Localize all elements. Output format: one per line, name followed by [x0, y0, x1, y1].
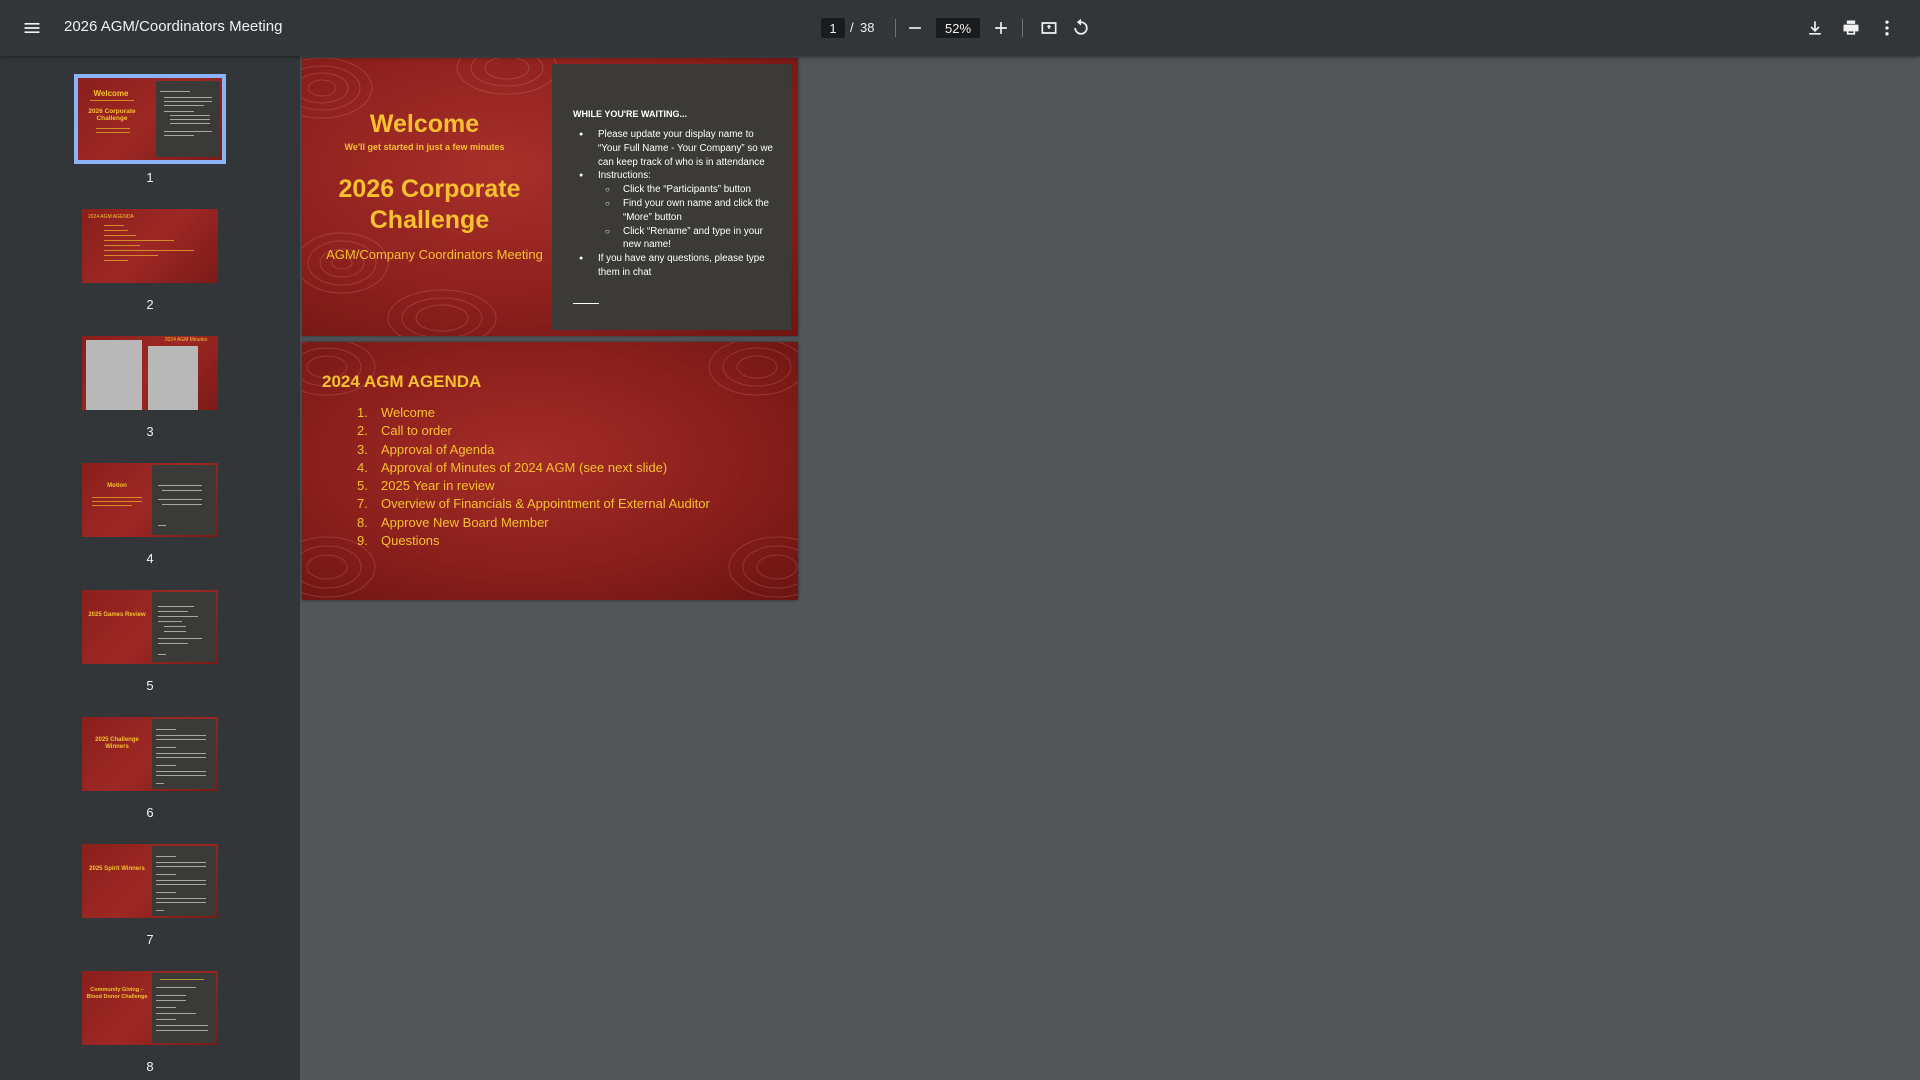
page-separator: /	[850, 20, 854, 35]
slide-welcome-heading: Welcome	[369, 110, 480, 138]
divider	[573, 303, 599, 304]
instruction-sub-bullet: Find your own name and click the “More” …	[573, 197, 778, 225]
thumbnail-image: Welcome 2026 Corporate Challenge	[78, 78, 222, 160]
agenda-item: 7. Overview of Financials & Appointment o…	[357, 496, 710, 512]
thumbnail-number: 4	[146, 551, 154, 566]
print-icon[interactable]	[1833, 10, 1869, 46]
zoom-in-icon[interactable]	[983, 10, 1019, 46]
thumbnail-page-2[interactable]: 2024 AGM AGENDA	[80, 207, 220, 285]
thumbnail-page-8[interactable]: Community Giving – Blood Donor Challenge	[80, 969, 220, 1047]
toolbar-divider	[1022, 19, 1023, 37]
instruction-bullet: If you have any questions, please type t…	[573, 252, 778, 280]
slide-meeting-title: AGM/Company Coordinators Meeting	[326, 247, 543, 262]
agenda-item: 5. 2025 Year in review	[357, 478, 495, 494]
waiting-instructions-list: Please update your display name to “Your…	[573, 128, 778, 280]
thumbnail-page-6[interactable]: 2025 Challenge Winners	[80, 715, 220, 793]
zoom-level-input[interactable]	[936, 18, 980, 38]
swirl-decoration	[708, 342, 798, 396]
thumbnail-number: 5	[146, 678, 154, 693]
slide-challenge-title: 2026 Corporate Challenge	[338, 175, 521, 234]
menu-icon[interactable]	[14, 10, 50, 46]
fit-page-icon[interactable]	[1031, 10, 1067, 46]
thumbnail-image: Community Giving – Blood Donor Challenge	[82, 971, 218, 1045]
document-viewer[interactable]: Welcome We'll get started in just a few …	[300, 56, 1920, 1080]
swirl-decoration	[387, 289, 497, 336]
thumbnail-number: 6	[146, 805, 154, 820]
thumbnail-page-7[interactable]: 2025 Spirit Winners	[80, 842, 220, 920]
thumbnail-number: 8	[146, 1059, 154, 1074]
agenda-item: 4. Approval of Minutes of 2024 AGM (see n…	[357, 459, 668, 475]
agenda-item: 2. Call to order	[357, 423, 452, 439]
agenda-item: 9. Questions	[357, 533, 440, 549]
pdf-toolbar: 2026 AGM/Coordinators Meeting / 38	[0, 0, 1920, 56]
slide-page-1: Welcome We'll get started in just a few …	[302, 58, 798, 336]
rotate-icon[interactable]	[1063, 10, 1099, 46]
thumbnail-image: 2025 Games Review	[82, 590, 218, 664]
waiting-instructions-panel: WHILE YOU'RE WAITING... Please update yo…	[552, 64, 791, 330]
instruction-bullet: Instructions:	[573, 169, 778, 183]
thumbnail-image: 2025 Challenge Winners	[82, 717, 218, 791]
thumbnail-image: 2024 AGM AGENDA	[82, 209, 218, 283]
instruction-bullet: Please update your display name to “Your…	[573, 128, 778, 169]
thumbnail-number: 3	[146, 424, 154, 439]
more-vert-icon[interactable]	[1869, 10, 1905, 46]
total-pages: 38	[860, 20, 875, 35]
zoom-out-icon[interactable]	[897, 10, 933, 46]
agenda-list: 1. Welcome 2. Call to order 3. Approval of …	[357, 404, 710, 550]
thumbnail-image: 2025 Spirit Winners	[82, 844, 218, 918]
thumbnail-page-5[interactable]: 2025 Games Review	[80, 588, 220, 666]
agenda-item: 3. Approval of Agenda	[357, 441, 495, 457]
agenda-item: 8. Approve New Board Member	[357, 514, 549, 530]
waiting-heading: WHILE YOU'RE WAITING...	[573, 109, 687, 119]
thumbnail-number: 2	[146, 297, 154, 312]
slide-page-2: 2024 AGM AGENDA 1. Welcome 2. Call to orde…	[302, 342, 798, 600]
page-number-input[interactable]	[821, 18, 845, 38]
document-title: 2026 AGM/Coordinators Meeting	[64, 18, 283, 35]
thumbnail-number: 7	[146, 932, 154, 947]
thumbnail-number: 1	[146, 170, 154, 185]
agenda-title: 2024 AGM AGENDA	[322, 372, 482, 391]
agenda-item: 1. Welcome	[357, 405, 435, 420]
swirl-decoration	[728, 536, 798, 598]
thumbnail-sidebar[interactable]: Welcome 2026 Corporate Challenge 1 2024 …	[0, 56, 300, 1080]
toolbar-divider	[895, 19, 896, 37]
instruction-sub-bullet: Click the “Participants” button	[573, 183, 778, 197]
thumbnail-page-4[interactable]: Motion	[80, 461, 220, 539]
instruction-sub-bullet: Click “Rename” and type in your new name…	[573, 225, 778, 253]
slide-welcome-subtitle: We'll get started in just a few minutes	[344, 142, 505, 152]
swirl-decoration	[456, 58, 558, 95]
thumbnail-image: Motion	[82, 463, 218, 537]
thumbnail-page-3[interactable]: 2024 AGM Minutes	[80, 334, 220, 412]
thumbnail-page-1[interactable]: Welcome 2026 Corporate Challenge	[74, 74, 226, 164]
download-icon[interactable]	[1797, 10, 1833, 46]
thumbnail-image: 2024 AGM Minutes	[82, 336, 218, 410]
